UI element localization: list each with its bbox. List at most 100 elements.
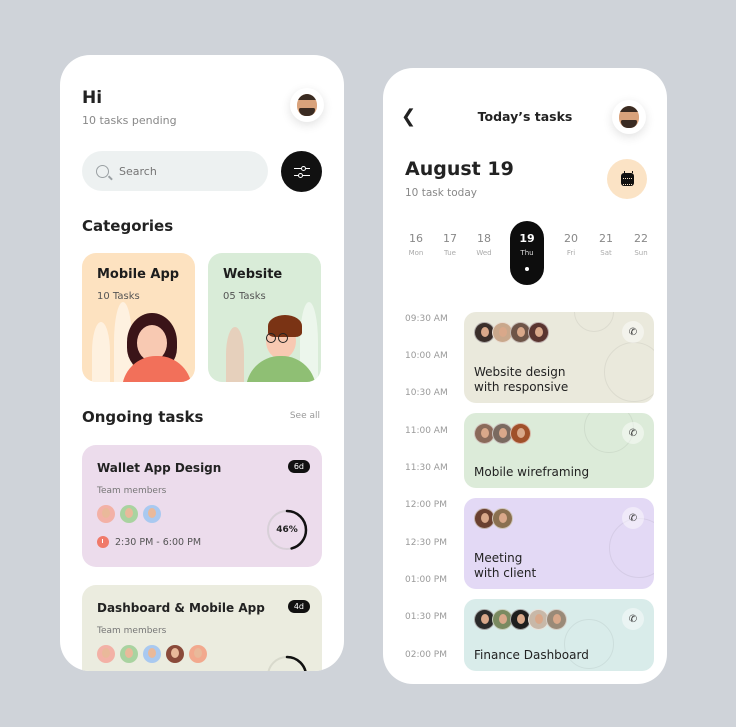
member-avatar [143, 505, 161, 523]
task-title: Wallet App Design [97, 461, 222, 475]
greeting: Hi [82, 88, 103, 108]
attendee-avatar [510, 423, 531, 444]
progress-label: 46% [276, 525, 298, 535]
call-button[interactable]: ✆ [622, 507, 644, 529]
event-title: Meeting with client [474, 551, 624, 580]
week-strip: 16 Mon 17 Tue 18 Wed 19 Thu 20 Fri 21 Sat 22 Su… [399, 221, 659, 287]
event-card[interactable]: ✆ Mobile wireframing [464, 413, 654, 488]
calendar-button[interactable] [607, 159, 647, 199]
day-sun[interactable]: 22 Sun [624, 221, 658, 285]
attendees [474, 609, 567, 630]
event-title-line: with client [474, 565, 537, 580]
member-avatar [120, 645, 138, 663]
day-name: Fri [566, 249, 576, 257]
search-icon [96, 164, 109, 178]
time-label: 12:00 PM [405, 500, 447, 510]
progress-ring: 76% [266, 655, 308, 671]
calendar-icon [620, 170, 634, 186]
member-avatar [143, 645, 161, 663]
time-label: 09:30 AM [405, 314, 448, 324]
bubble-decoration [574, 312, 614, 332]
attendee-avatar [546, 609, 567, 630]
day-name: Thu [520, 249, 534, 257]
team-members [97, 505, 161, 523]
leaf-decoration [92, 322, 110, 382]
day-thu-selected[interactable]: 19 Thu [510, 221, 544, 285]
call-button[interactable]: ✆ [622, 321, 644, 343]
day-fri[interactable]: 20 Fri [554, 221, 588, 285]
event-card[interactable]: ✆ Website design with responsive [464, 312, 654, 403]
time-label: 10:30 AM [405, 388, 448, 398]
member-avatar [97, 505, 115, 523]
time-label: 12:30 PM [405, 538, 447, 548]
home-screen: Hi 10 tasks pending Categories Mobile Ap… [60, 55, 344, 671]
category-title: Mobile App [97, 267, 180, 282]
ongoing-tasks-heading: Ongoing tasks [82, 408, 204, 426]
team-members-label: Team members [97, 626, 167, 636]
day-number: 19 [519, 232, 535, 245]
day-number: 17 [443, 232, 457, 245]
profile-avatar[interactable] [290, 88, 324, 122]
attendees [474, 508, 513, 529]
days-left-badge: 4d [287, 600, 310, 613]
member-avatar [97, 645, 115, 663]
category-count: 10 Tasks [97, 291, 140, 302]
phone-icon: ✆ [628, 427, 638, 439]
date-title: August 19 [405, 158, 514, 180]
event-title-line: Website design [474, 365, 566, 380]
category-card-mobile-app[interactable]: Mobile App 10 Tasks [82, 253, 195, 382]
day-number: 21 [599, 232, 613, 245]
member-avatar [166, 645, 184, 663]
categories-heading: Categories [82, 217, 174, 235]
day-number: 20 [564, 232, 578, 245]
attendee-avatar [528, 322, 549, 343]
day-name: Wed [476, 249, 492, 257]
task-time: 2:30 PM - 6:00 PM [97, 536, 201, 548]
day-name: Sun [634, 249, 648, 257]
task-card[interactable]: Wallet App Design 6d Team members 2:30 P… [82, 445, 322, 567]
task-today-count: 10 task today [405, 187, 477, 199]
day-tue[interactable]: 17 Tue [433, 221, 467, 285]
event-card[interactable]: ✆ Meeting with client [464, 498, 654, 589]
days-left-badge: 6d [287, 460, 310, 473]
event-title-line: Meeting [474, 551, 523, 566]
phone-icon: ✆ [628, 326, 638, 338]
attendees [474, 423, 531, 444]
time-label: 11:30 AM [405, 463, 448, 473]
task-title: Dashboard & Mobile App [97, 601, 265, 615]
filter-button[interactable] [281, 151, 322, 192]
day-sat[interactable]: 21 Sat [589, 221, 623, 285]
day-number: 16 [409, 232, 423, 245]
task-time-text: 2:30 PM - 6:00 PM [115, 536, 202, 548]
selected-dot [525, 267, 529, 271]
call-button[interactable]: ✆ [622, 422, 644, 444]
category-card-website[interactable]: Website 05 Tasks [208, 253, 321, 382]
search-bar[interactable] [82, 151, 268, 191]
day-wed[interactable]: 18 Wed [467, 221, 501, 285]
day-number: 18 [477, 232, 491, 245]
time-label: 10:00 AM [405, 351, 448, 361]
event-card[interactable]: ✆ Finance Dashboard [464, 599, 654, 671]
team-members-label: Team members [97, 486, 167, 496]
member-avatar [189, 645, 207, 663]
leaf-decoration [226, 327, 244, 382]
attendees [474, 322, 549, 343]
phone-icon: ✆ [628, 512, 638, 524]
search-input[interactable] [119, 164, 249, 178]
team-members [97, 645, 207, 663]
glasses-icon [266, 333, 288, 343]
see-all-link[interactable]: See all [290, 411, 320, 421]
time-label: 01:30 PM [405, 612, 447, 622]
category-title: Website [223, 267, 283, 282]
task-card[interactable]: Dashboard & Mobile App 4d Team members 7… [82, 585, 322, 671]
progress-label: 76% [266, 655, 308, 671]
event-title: Website design with responsive [474, 365, 624, 394]
day-mon[interactable]: 16 Mon [399, 221, 433, 285]
pending-count: 10 tasks pending [82, 114, 177, 127]
day-name: Tue [444, 249, 456, 257]
day-name: Sat [600, 249, 612, 257]
profile-avatar[interactable] [612, 100, 646, 134]
memoji-icon [619, 106, 639, 128]
time-label: 11:00 AM [405, 426, 448, 436]
call-button[interactable]: ✆ [622, 608, 644, 630]
